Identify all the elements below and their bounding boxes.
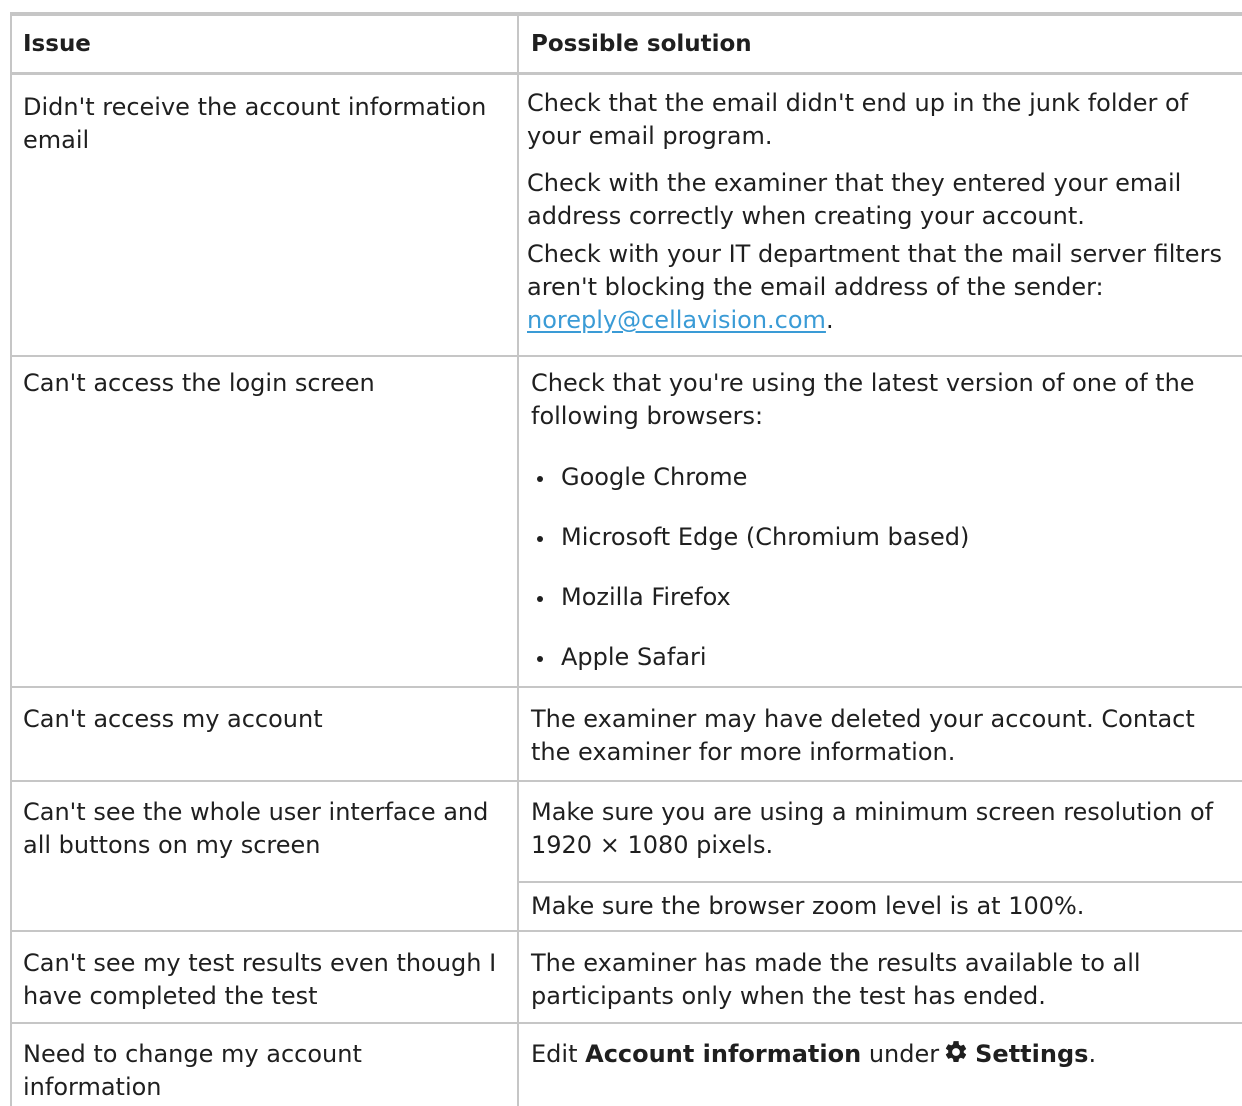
- list-item: Apple Safari: [561, 643, 707, 671]
- bullet-icon: [537, 656, 543, 662]
- issue-cell: Can't see the whole user interface and a…: [23, 798, 489, 859]
- bullet-icon: [537, 596, 543, 602]
- row-divider: [10, 780, 1242, 782]
- solution-cell: Check that you're using the latest versi…: [531, 369, 1195, 430]
- row-divider: [10, 930, 1242, 932]
- list-item: Google Chrome: [561, 463, 748, 491]
- link-suffix: .: [825, 306, 834, 334]
- solution-cell: The examiner may have deleted your accou…: [531, 705, 1195, 766]
- solution-cell: Check with your IT department that the m…: [527, 238, 1239, 337]
- issue-cell: Can't access my account: [23, 705, 323, 733]
- solution-cell: The examiner has made the results availa…: [531, 949, 1141, 1010]
- header-solution: Possible solution: [531, 31, 752, 57]
- table-top-border: [10, 12, 1242, 16]
- list-item: Microsoft Edge (Chromium based): [561, 523, 970, 551]
- solution-suffix: .: [1088, 1040, 1097, 1068]
- settings-label: Settings: [975, 1040, 1089, 1068]
- header-issue: Issue: [23, 31, 91, 57]
- solution-prefix: Edit: [531, 1040, 578, 1068]
- solution-cell: Make sure the browser zoom level is at 1…: [531, 892, 1085, 920]
- issue-cell: Can't access the login screen: [23, 369, 375, 397]
- issue-cell: Need to change my account information: [23, 1040, 362, 1101]
- solution-cell: Check that the email didn't end up in th…: [527, 89, 1189, 150]
- row-divider: [10, 1022, 1242, 1024]
- noreply-email-link[interactable]: noreply@cellavision.com: [527, 306, 826, 334]
- bullet-icon: [537, 536, 543, 542]
- gear-icon: [943, 1039, 969, 1074]
- sub-row-divider: [519, 881, 1242, 883]
- column-divider: [517, 12, 519, 1106]
- account-information-label: Account information: [585, 1040, 862, 1068]
- solution-text: Check with your IT department that the m…: [527, 240, 1222, 301]
- solution-cell: Check with the examiner that they entere…: [527, 169, 1182, 230]
- solution-cell: Edit Account information under Settings.: [531, 1038, 1231, 1074]
- table-left-border: [10, 12, 12, 1106]
- issue-cell: Didn't receive the account information e…: [23, 93, 487, 154]
- header-divider: [10, 72, 1242, 75]
- bullet-icon: [537, 476, 543, 482]
- issue-cell: Can't see my test results even though I …: [23, 949, 497, 1010]
- list-item: Mozilla Firefox: [561, 583, 731, 611]
- solution-mid: under: [868, 1040, 940, 1068]
- row-divider: [10, 355, 1242, 357]
- row-divider: [10, 686, 1242, 688]
- solution-cell: Make sure you are using a minimum screen…: [531, 798, 1214, 859]
